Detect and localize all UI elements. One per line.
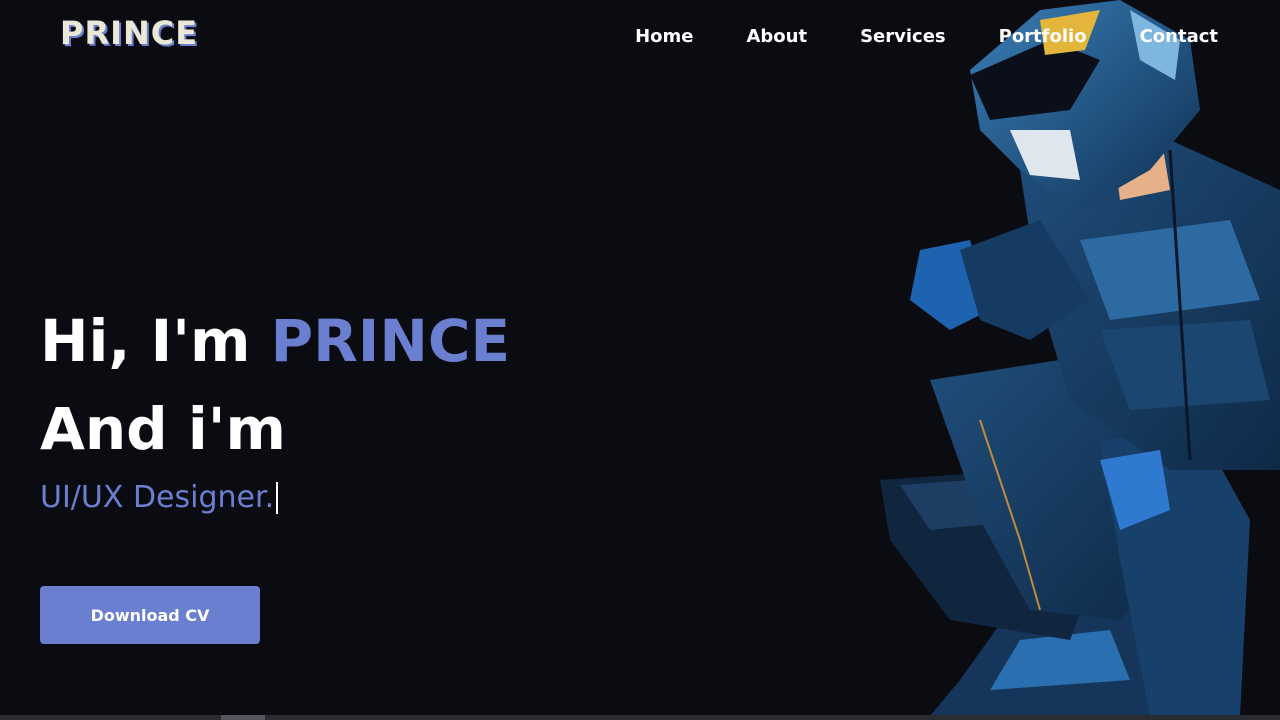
hero-name: PRINCE — [270, 307, 511, 375]
typing-caret — [276, 481, 279, 514]
role-text: UI/UX Designer. — [40, 480, 275, 515]
download-cv-button[interactable]: Download CV — [40, 586, 260, 644]
nav-link-contact[interactable]: Contact — [1140, 26, 1218, 47]
greeting-prefix: Hi, I'm — [40, 307, 271, 375]
hero-subheading: And i'm — [40, 395, 286, 463]
main-nav: Home About Services Portfolio Contact — [635, 26, 1218, 47]
nav-link-about[interactable]: About — [746, 26, 807, 47]
nav-link-portfolio[interactable]: Portfolio — [999, 26, 1087, 47]
nav-link-services[interactable]: Services — [860, 26, 946, 47]
horizontal-scrollbar[interactable] — [0, 715, 1280, 720]
site-logo[interactable]: PRINCE — [60, 14, 198, 52]
nav-link-home[interactable]: Home — [635, 26, 693, 47]
hero-greeting: Hi, I'm PRINCE — [40, 312, 510, 370]
rider-illustration — [880, 0, 1280, 716]
role-typewriter: UI/UX Designer. — [40, 480, 510, 515]
hero-text: Hi, I'm PRINCE And i'm UI/UX Designer. — [40, 312, 510, 515]
scrollbar-thumb[interactable] — [221, 715, 265, 720]
